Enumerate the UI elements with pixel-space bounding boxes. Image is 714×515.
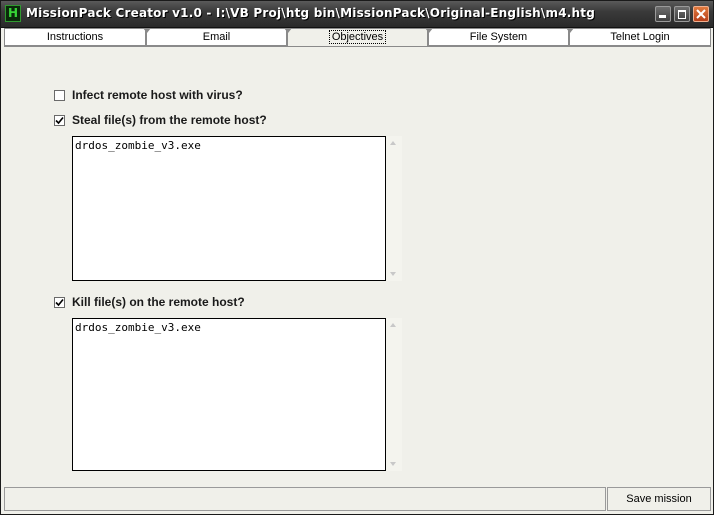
title-bar[interactable]: H MissionPack Creator v1.0 - I:\VB Proj\… <box>1 1 713 28</box>
tab-divider-icon <box>425 28 433 33</box>
scroll-up-icon[interactable] <box>390 141 396 145</box>
steal-files-label: Steal file(s) from the remote host? <box>72 113 267 127</box>
tab-label: Email <box>202 31 231 43</box>
checkmark-icon <box>55 116 64 124</box>
scroll-up-icon[interactable] <box>390 323 396 327</box>
kill-files-checkbox[interactable] <box>54 296 65 308</box>
tab-divider-icon <box>566 28 574 33</box>
checkmark-icon <box>55 298 64 306</box>
tab-telnet-login[interactable]: Telnet Login <box>566 28 711 46</box>
tab-label: Telnet Login <box>610 31 670 43</box>
scroll-down-icon[interactable] <box>390 462 396 466</box>
steal-files-checkbox[interactable] <box>54 114 65 126</box>
tab-file-system[interactable]: File System <box>425 28 569 46</box>
tab-email[interactable]: Email <box>143 28 287 46</box>
steal-files-textarea[interactable]: drdos_zombie_v3.exe <box>72 136 386 281</box>
kill-files-label: Kill file(s) on the remote host? <box>72 295 245 309</box>
close-icon[interactable] <box>693 6 709 22</box>
save-mission-button[interactable]: Save mission <box>607 487 711 511</box>
maximize-icon[interactable] <box>674 6 690 22</box>
status-text <box>4 487 606 511</box>
kill-files-scrollbar[interactable] <box>386 318 402 471</box>
kill-files-textarea[interactable]: drdos_zombie_v3.exe <box>72 318 386 471</box>
tab-divider-icon <box>284 28 292 33</box>
app-icon[interactable]: H <box>5 5 21 22</box>
tab-label: Instructions <box>46 31 104 43</box>
minimize-icon[interactable] <box>655 6 671 22</box>
kill-files-option[interactable]: Kill file(s) on the remote host? <box>54 294 245 310</box>
tab-instructions[interactable]: Instructions <box>4 28 146 46</box>
window-title: MissionPack Creator v1.0 - I:\VB Proj\ht… <box>26 6 595 20</box>
tab-label: File System <box>469 31 528 43</box>
scroll-down-icon[interactable] <box>390 272 396 276</box>
infect-virus-option[interactable]: Infect remote host with virus? <box>54 87 243 103</box>
tab-label: Objectives <box>328 30 387 44</box>
tab-bar: Instructions Email Objectives File Syste… <box>4 28 711 47</box>
steal-files-option[interactable]: Steal file(s) from the remote host? <box>54 112 267 128</box>
infect-virus-label: Infect remote host with virus? <box>72 88 243 102</box>
objectives-panel: Infect remote host with virus? Steal fil… <box>4 46 711 484</box>
main-window: H MissionPack Creator v1.0 - I:\VB Proj\… <box>0 0 714 515</box>
tab-objectives[interactable]: Objectives <box>284 28 428 47</box>
steal-files-scrollbar[interactable] <box>386 136 402 281</box>
tab-divider-icon <box>143 28 151 33</box>
status-bar: Save mission <box>4 487 711 512</box>
infect-virus-checkbox[interactable] <box>54 89 65 101</box>
